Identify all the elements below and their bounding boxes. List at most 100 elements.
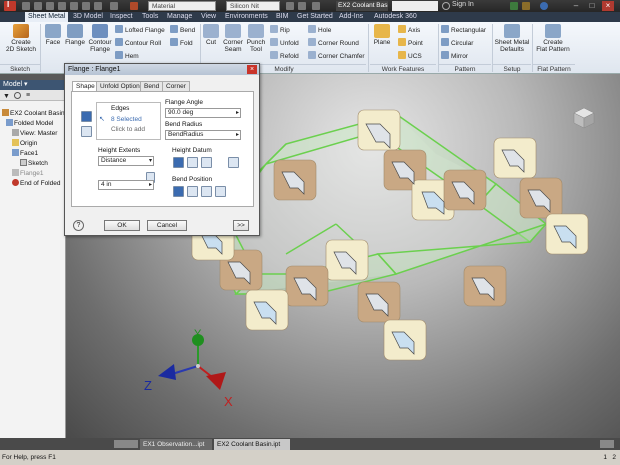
tab-manage[interactable]: Manage [164, 12, 195, 22]
close-icon[interactable]: × [602, 1, 614, 11]
lofted-flange-button[interactable]: Lofted Flange [115, 25, 165, 36]
height-extents-select[interactable]: Distance ▾ [98, 156, 154, 166]
tab-3d-model[interactable]: 3D Model [70, 12, 106, 22]
circular-pattern-button[interactable]: Circular [441, 38, 473, 49]
rectangular-pattern-button[interactable]: Rectangular [441, 25, 486, 36]
maximize-icon[interactable]: □ [586, 1, 598, 11]
rip-button[interactable]: Rip [270, 25, 290, 36]
bend-button[interactable]: Bend [170, 25, 195, 36]
create-flat-pattern-button[interactable]: Create Flat Pattern [534, 24, 572, 53]
home-icon[interactable] [82, 2, 90, 10]
hem-button[interactable]: Hem [115, 51, 139, 62]
sheet-metal-defaults-button[interactable]: Sheet Metal Defaults [494, 24, 530, 53]
chevron-right-icon[interactable]: ▸ [236, 131, 239, 139]
find-icon[interactable] [14, 92, 21, 99]
tree-item-face1[interactable]: Face1 [12, 149, 38, 157]
tab-shape[interactable]: Shape [72, 81, 99, 91]
new-icon[interactable] [22, 2, 30, 10]
viewcube[interactable] [572, 106, 596, 130]
axis-button[interactable]: Axis [398, 25, 420, 36]
filter-icon[interactable]: ▼ [3, 93, 10, 100]
help-icon[interactable]: ? [73, 220, 84, 231]
doc-tab-ex1[interactable]: EX1 Observation...ipt [140, 439, 212, 450]
undo-icon[interactable] [58, 2, 66, 10]
tab-add-ins[interactable]: Add-Ins [336, 12, 366, 22]
edges-click-to-add[interactable]: Click to add [111, 126, 145, 133]
more-options-button[interactable]: >> [233, 220, 249, 231]
face-button[interactable]: Face [43, 24, 63, 46]
bend-inside-icon[interactable] [173, 186, 184, 197]
tab-bim[interactable]: BIM [273, 12, 291, 22]
tab-inspect[interactable]: Inspect [107, 12, 136, 22]
parameters-icon[interactable] [286, 2, 294, 10]
search-input[interactable] [392, 1, 438, 11]
tree-item-sketch[interactable]: Sketch [20, 159, 48, 167]
save-icon[interactable] [46, 2, 54, 10]
ok-button[interactable]: OK [104, 220, 140, 231]
open-icon[interactable] [34, 2, 42, 10]
tab-view[interactable]: View [198, 12, 219, 22]
corner-seam-button[interactable]: Corner Seam [221, 24, 245, 53]
hole-button[interactable]: Hole [308, 25, 331, 36]
tree-item-origin[interactable]: Origin [12, 139, 37, 147]
flange-angle-field[interactable]: 90.0 deg ▸ [165, 108, 241, 118]
height-value-field[interactable]: 4 in ▸ [98, 180, 154, 190]
create-2d-sketch-button[interactable]: Create 2D Sketch [4, 24, 38, 53]
mirror-button[interactable]: Mirror [441, 51, 468, 62]
tab-tools[interactable]: Tools [139, 12, 161, 22]
contour-roll-button[interactable]: Contour Roll [115, 38, 161, 49]
chevron-right-icon[interactable]: ▸ [236, 109, 239, 117]
material-dropdown[interactable]: Material [148, 1, 216, 11]
bend-outside-icon[interactable] [187, 186, 198, 197]
redo-icon[interactable] [70, 2, 78, 10]
tree-item-folded-model[interactable]: Folded Model [6, 119, 53, 127]
tree-item-end-of-folded[interactable]: End of Folded [12, 179, 60, 187]
chevron-down-icon[interactable]: ▾ [149, 157, 152, 165]
fold-button[interactable]: Fold [170, 38, 193, 49]
edges-selected-count[interactable]: 8 Selected [111, 116, 142, 123]
tab-sheet-metal[interactable]: Sheet Metal [25, 12, 69, 22]
punch-tool-button[interactable]: Punch Tool [246, 24, 266, 53]
point-button[interactable]: Point [398, 38, 423, 49]
measure-icon[interactable] [298, 2, 306, 10]
contour-flange-button[interactable]: Contour Flange [87, 24, 113, 53]
datum-outer-icon[interactable] [187, 157, 198, 168]
ucs-button[interactable]: UCS [398, 51, 422, 62]
refold-button[interactable]: Refold [270, 51, 299, 62]
sign-in-link[interactable]: Sign In [452, 1, 474, 8]
tree-item-view[interactable]: View: Master [12, 129, 57, 137]
tile-windows-icon[interactable] [600, 440, 614, 448]
update-icon[interactable] [110, 2, 118, 10]
tab-bend[interactable]: Bend [140, 81, 164, 91]
tree-item-flange1[interactable]: Flange1 [12, 169, 44, 177]
bend-from-face-icon[interactable] [201, 186, 212, 197]
bend-tangent-icon[interactable] [215, 186, 226, 197]
browser-dropdown-icon[interactable]: ▾ [22, 81, 28, 88]
tab-scroll-controls[interactable] [114, 440, 138, 448]
inventor-app-icon[interactable] [4, 0, 16, 11]
plane-button[interactable]: Plane [371, 24, 393, 46]
edge-select-mode-icon[interactable] [81, 111, 92, 122]
tab-corner[interactable]: Corner [162, 81, 190, 91]
corner-chamfer-button[interactable]: Corner Chamfer [308, 51, 365, 62]
datum-intersection-icon[interactable] [173, 157, 184, 168]
tab-get-started[interactable]: Get Started [294, 12, 336, 22]
help-icon[interactable] [540, 2, 548, 10]
tree-item-part[interactable]: EX2 Coolant Basin... [2, 109, 70, 117]
tab-autodesk-360[interactable]: Autodesk 360 [371, 12, 420, 22]
chevron-right-icon[interactable]: ▸ [149, 181, 152, 189]
subscription-icon[interactable] [522, 2, 530, 10]
plus-icon[interactable] [312, 2, 320, 10]
flange-button[interactable]: Flange [64, 24, 86, 46]
appearance-dropdown[interactable]: Silicon Nit [226, 1, 280, 11]
exchange-icon[interactable] [510, 2, 518, 10]
datum-aligned-icon[interactable] [228, 157, 239, 168]
cancel-button[interactable]: Cancel [147, 220, 187, 231]
bend-radius-field[interactable]: BendRadius ▸ [165, 130, 241, 140]
corner-round-button[interactable]: Corner Round [308, 38, 359, 49]
unfold-button[interactable]: Unfold [270, 38, 299, 49]
loop-select-mode-icon[interactable] [81, 126, 92, 137]
tab-environments[interactable]: Environments [222, 12, 271, 22]
menu-icon[interactable]: ≡ [26, 92, 30, 99]
datum-tangent-icon[interactable] [201, 157, 212, 168]
